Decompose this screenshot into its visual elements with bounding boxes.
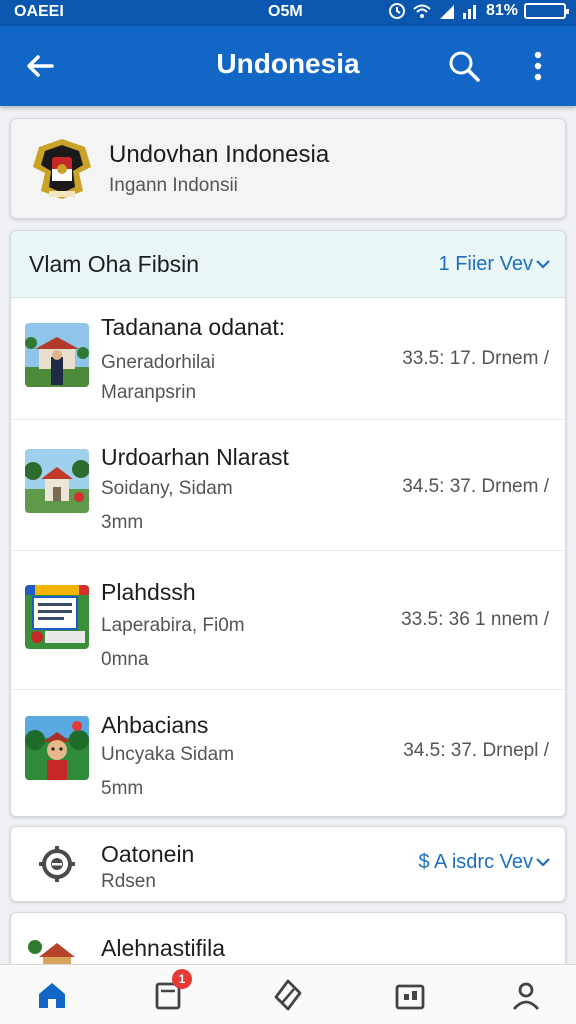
status-icons: 81% [388,2,569,20]
item-meta: 33.5: 36 1 nnem / [401,609,549,630]
status-time: O5M [268,3,303,20]
battery-percent: 81% [485,2,518,19]
profile-icon[interactable] [508,977,544,1013]
signal-icon [439,5,454,19]
item-subtitle: Laperabira, Fi0m [101,615,245,636]
region-profile-card[interactable]: Undovhan Indonesia Ingann Indonsii [10,118,566,219]
bottom-navigation: 1 [0,964,576,1024]
address-view-link[interactable]: $ A isdrc Vev [418,851,551,874]
location-card[interactable]: Oatonein Rdsen $ A isdrc Vev [10,826,566,902]
list-header-title: Vlam Oha Fibsin [29,251,200,277]
item-title: Ahbacians [101,712,209,738]
app-bar: Undonesia [0,26,576,106]
status-carrier: OAEEI [14,3,64,20]
battery-icon [524,3,569,19]
filter-view-label: 1 Fiier Vev [438,253,533,275]
item-title: Tadanana odanat: [101,314,286,340]
item-subtitle: Gneradorhilai [101,352,216,373]
filter-view-link[interactable]: 1 Fiier Vev [439,253,551,276]
list-header: Vlam Oha Fibsin 1 Fiier Vev [11,231,565,298]
notification-badge: 1 [172,969,192,989]
character-illustration-icon [25,716,89,780]
wifi-icon [413,4,431,18]
home-icon[interactable] [34,977,70,1013]
item-subtitle-2: 5mm [101,778,144,799]
location-title: Oatonein [101,841,195,867]
item-subtitle-2: Maranpsrin [101,382,197,403]
item-subtitle-2: 3mm [101,512,144,533]
tag-icon[interactable] [270,977,306,1013]
nav-documents[interactable]: 1 [150,969,192,1013]
profile-title: Undovhan Indonesia [109,141,330,168]
list-item[interactable]: Ahbacians Uncyaka Sidam 5mm 34.5: 37. Dr… [11,690,565,816]
page-title: Undonesia [216,48,360,79]
search-icon[interactable] [444,46,484,86]
item-title: Plahdssh [101,579,196,605]
profile-subtitle: Ingann Indonsii [109,175,238,196]
item-subtitle: Uncyaka Sidam [101,744,235,765]
item-meta: 34.5: 37. Drnepl / [403,740,549,761]
garuda-emblem-icon [33,139,91,199]
chevron-down-icon [536,260,550,269]
item-meta: 33.5: 17. Drnem / [402,348,549,369]
list-item[interactable]: Plahdssh Laperabira, Fi0m 0mna 33.5: 36 … [11,551,565,690]
monument-photo-icon [25,449,89,513]
location-subtitle: Rdsen [101,871,156,892]
more-options-icon[interactable] [520,46,556,86]
signal-bars-icon [462,5,476,19]
location-target-icon [39,846,75,882]
item-meta: 34.5: 37. Drnem / [402,476,549,497]
address-view-label: $ A isdrc Vev [418,851,533,873]
gallery-icon[interactable] [392,977,428,1013]
item-title: Urdoarhan Nlarast [101,444,289,470]
chevron-down-icon [536,858,550,867]
status-bar: OAEEI O5M 81% [0,0,576,26]
item-subtitle: Soidany, Sidam [101,478,233,499]
landmark-photo-icon [25,323,89,387]
list-item[interactable]: Tadanana odanat: Gneradorhilai Maranpsri… [11,298,565,420]
item-title: Alehnastifila [101,935,226,961]
item-subtitle-2: 0mna [101,649,149,670]
list-item[interactable]: Urdoarhan Nlarast Soidany, Sidam 3mm 34.… [11,420,565,551]
document-illustration-icon [25,585,89,649]
alarm-icon [388,3,405,19]
places-list-card: Vlam Oha Fibsin 1 Fiier Vev Tadanana oda… [10,230,566,817]
